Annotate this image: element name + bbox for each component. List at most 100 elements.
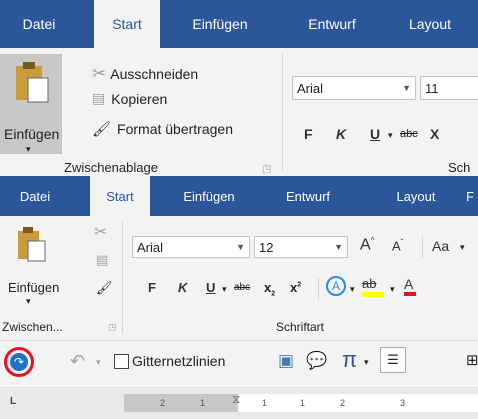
paste-label-top: Einfügen xyxy=(4,126,60,142)
clipboard-icon xyxy=(18,227,46,262)
copy-label: Kopieren xyxy=(111,90,168,107)
font-name-combo[interactable]: Arial ▼ xyxy=(132,236,250,258)
tab-design[interactable]: Entwurf xyxy=(276,176,340,216)
chevron-down-icon: ▾ xyxy=(364,357,369,367)
ruler-label: 2 xyxy=(160,398,166,408)
tab-file-top[interactable]: Datei xyxy=(12,0,66,48)
top-ribbon: Einfügen ▾ ✂ Ausschneiden ▤ Kopieren 🖌 F… xyxy=(0,48,478,176)
ruler-bar: L 2 1 ⧖ 1 1 2 3 xyxy=(0,386,478,419)
font-group-label: Schriftart xyxy=(276,320,325,334)
dialog-launcher-icon[interactable]: ◳ xyxy=(262,164,271,175)
superscript-button[interactable]: x2 xyxy=(290,280,301,295)
page-view-icon[interactable]: ☰ xyxy=(380,347,406,373)
chevron-down-icon: ▾ xyxy=(26,144,31,154)
font-name-combo-top[interactable]: Arial ▼ xyxy=(292,76,416,100)
clipboard-icon xyxy=(16,62,49,103)
underline-button-top[interactable]: U xyxy=(370,126,380,142)
tab-insert-top[interactable]: Einfügen xyxy=(180,0,260,48)
undo-icon[interactable]: ↶ xyxy=(70,351,85,372)
grow-font-button[interactable]: A^ xyxy=(360,236,374,254)
subscript-button[interactable]: x2 xyxy=(264,280,275,298)
shrink-font-button[interactable]: Aˇ xyxy=(392,238,403,253)
ruler-label: 1 xyxy=(262,398,268,408)
bold-button-top[interactable]: F xyxy=(304,126,313,142)
ruler-label: 3 xyxy=(400,398,406,408)
bold-button[interactable]: F xyxy=(148,280,156,295)
format-painter-icon[interactable]: 🖌 xyxy=(96,280,113,296)
strikethrough-button[interactable]: abc xyxy=(234,282,250,293)
subscript-button-top[interactable]: X xyxy=(430,126,439,142)
font-size-value: 12 xyxy=(259,239,274,255)
italic-button-top[interactable]: K xyxy=(336,126,346,142)
font-size-combo-top[interactable]: 11 xyxy=(420,76,478,100)
tab-start-top[interactable]: Start xyxy=(94,0,160,48)
change-case-button[interactable]: Aa xyxy=(432,238,449,254)
copy-icon[interactable]: ▤ xyxy=(96,252,108,268)
bottom-tab-bar: Datei Start Einfügen Entwurf Layout F xyxy=(0,176,478,216)
ruler-left-margin xyxy=(124,394,238,412)
group-divider xyxy=(122,222,123,334)
image-icon[interactable]: ▣ xyxy=(278,351,294,371)
format-painter-label: Format übertragen xyxy=(117,121,233,137)
chevron-down-icon: ▾ xyxy=(350,284,355,294)
indent-marker-icon[interactable]: ⧖ xyxy=(232,392,240,407)
chevron-down-icon: ▼ xyxy=(334,242,343,252)
cut-button-top[interactable]: ✂ Ausschneiden xyxy=(92,64,198,84)
italic-button[interactable]: K xyxy=(178,280,187,295)
chevron-down-icon: ▼ xyxy=(402,83,411,93)
top-tab-bar: Datei Start Einfügen Entwurf Layout xyxy=(0,0,478,48)
scissors-icon: ✂ xyxy=(92,64,107,83)
chevron-down-icon: ▾ xyxy=(460,242,465,252)
divider xyxy=(422,236,423,258)
gridlines-label: Gitternetzlinien xyxy=(132,353,226,369)
bottom-ribbon: Einfügen ▾ ✂ ▤ 🖌 Zwischen... ◳ Arial ▼ 1… xyxy=(0,216,478,340)
ruler-label: 2 xyxy=(340,398,346,408)
copy-button-top[interactable]: ▤ Kopieren xyxy=(92,90,167,107)
chevron-down-icon: ▾ xyxy=(390,284,395,294)
chevron-down-icon: ▼ xyxy=(236,242,245,252)
tab-partial[interactable]: F xyxy=(462,176,478,216)
font-name-value: Arial xyxy=(297,80,324,96)
format-painter-button-top[interactable]: 🖌 Format übertragen xyxy=(92,120,233,138)
font-size-combo[interactable]: 12 ▼ xyxy=(254,236,348,258)
tab-layout-top[interactable]: Layout xyxy=(398,0,462,48)
group-divider xyxy=(282,54,283,170)
equation-button[interactable]: π xyxy=(342,347,357,373)
cut-label: Ausschneiden xyxy=(110,66,199,82)
paste-label: Einfügen xyxy=(8,280,60,295)
chevron-down-icon: ▾ xyxy=(26,296,31,306)
font-group-label-top: Sch xyxy=(448,160,471,175)
chevron-down-icon: ▾ xyxy=(222,284,227,294)
copy-icon: ▤ xyxy=(92,90,106,106)
underline-button[interactable]: U xyxy=(206,280,215,295)
tab-file[interactable]: Datei xyxy=(12,176,58,216)
comment-icon[interactable]: 💬 xyxy=(306,351,327,371)
tab-design-top[interactable]: Entwurf xyxy=(296,0,368,48)
redo-icon[interactable]: ↷ xyxy=(10,353,28,371)
font-name-value: Arial xyxy=(137,239,164,255)
paste-button-top[interactable]: Einfügen ▾ xyxy=(0,54,62,154)
tab-insert[interactable]: Einfügen xyxy=(172,176,246,216)
divider xyxy=(318,278,319,300)
tab-layout[interactable]: Layout xyxy=(386,176,446,216)
table-icon[interactable]: ⊞ xyxy=(466,351,478,369)
font-color-button[interactable]: A xyxy=(404,276,416,296)
strikethrough-button-top[interactable]: abc xyxy=(400,128,418,140)
clipboard-group-label-top: Zwischenablage xyxy=(64,160,158,175)
tab-start[interactable]: Start xyxy=(90,176,150,216)
font-size-value: 11 xyxy=(425,80,439,96)
clipboard-group-label: Zwischen... xyxy=(2,320,63,334)
dialog-launcher-icon[interactable]: ◳ xyxy=(108,322,117,333)
chevron-down-icon: ▾ xyxy=(388,130,393,140)
text-effects-button[interactable]: A xyxy=(326,276,346,296)
highlight-button[interactable]: ab xyxy=(362,276,384,297)
chevron-down-icon: ▾ xyxy=(96,357,101,367)
gridlines-checkbox[interactable] xyxy=(114,354,129,369)
ruler-label: 1 xyxy=(300,398,306,408)
tab-stop-selector[interactable]: L xyxy=(10,396,16,407)
quick-access-toolbar: ↷ ↶ ▾ Gitternetzlinien ▣ 💬 π ▾ ☰ ⊞ xyxy=(0,340,478,385)
scissors-icon[interactable]: ✂ xyxy=(94,222,107,242)
paste-button[interactable]: Einfügen ▾ xyxy=(4,220,60,306)
format-painter-icon: 🖌 xyxy=(92,121,112,138)
ruler-label: 1 xyxy=(200,398,206,408)
